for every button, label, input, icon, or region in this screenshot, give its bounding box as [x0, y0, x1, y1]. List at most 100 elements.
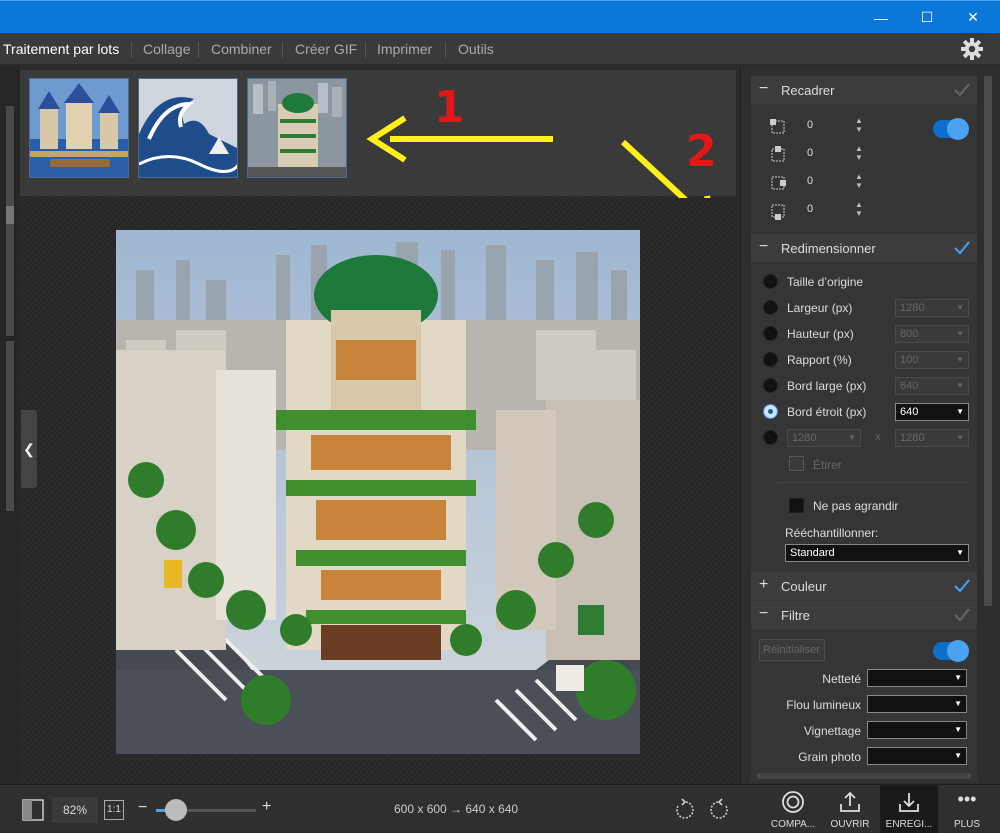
radio-label: Rapport (%) [787, 353, 852, 367]
radio-button[interactable] [763, 378, 778, 393]
zoom-in-button[interactable]: + [262, 798, 271, 816]
bottom-toolbar: 82% 1:1 − + 600 x 600 → 640 x 640 COMPA.… [0, 784, 1000, 833]
section-title: Redimensionner [781, 241, 876, 256]
section-recadrer[interactable]: − Recadrer [751, 76, 977, 104]
radio-label: Hauteur (px) [787, 327, 854, 341]
etirer-label: Étirer [813, 458, 842, 472]
compare-label: COMPA... [770, 819, 816, 830]
annotation-number-2: 2 [686, 126, 717, 177]
settings-panel: − Recadrer 0 ▲ ▼ 0 ▲ ▼ 0 ▲ ▼ 0 ▲ ▼ − Redi [740, 66, 1000, 784]
expand-sign: + [759, 576, 769, 593]
resize-option-custom[interactable]: 1280 ▼ x 1280 ▼ [763, 427, 975, 449]
flou-lumineux-select[interactable]: ▼ [867, 695, 967, 713]
compare-button[interactable]: COMPA... [764, 785, 822, 833]
resize-option-largeur[interactable]: Largeur (px) 1280 ▼ [763, 297, 975, 319]
section-redimensionner[interactable]: − Redimensionner [751, 234, 977, 262]
section-title: Filtre [781, 608, 810, 623]
check-icon[interactable] [953, 81, 971, 99]
more-button[interactable]: ••• PLUS [938, 785, 996, 833]
spinner-icon[interactable]: ▲ ▼ [855, 144, 863, 162]
collapse-sign: − [759, 80, 769, 97]
rapport-select[interactable]: 100 ▼ [895, 351, 969, 369]
grain-photo-label: Grain photo [798, 750, 861, 764]
vignettage-label: Vignettage [803, 724, 861, 738]
crop-right-value[interactable]: 0 [807, 175, 813, 187]
reset-button[interactable]: Réinitialiser [759, 639, 825, 661]
zoom-slider-track[interactable] [156, 799, 256, 821]
collapse-sign: − [759, 238, 769, 255]
resize-option-original[interactable]: Taille d’origine [763, 271, 975, 293]
chevron-left-icon: ❮ [23, 440, 35, 457]
largeur-select[interactable]: 1280 ▼ [895, 299, 969, 317]
spinner-icon[interactable]: ▲ ▼ [855, 116, 863, 134]
grain-photo-select[interactable]: ▼ [867, 747, 967, 765]
check-icon[interactable] [953, 577, 971, 595]
hauteur-select[interactable]: 800 ▼ [895, 325, 969, 343]
crop-bottom-icon [771, 204, 785, 220]
crop-top-value[interactable]: 0 [807, 119, 813, 131]
ne-pas-agrandir-checkbox[interactable] [789, 498, 804, 513]
open-button[interactable]: OUVRIR [821, 785, 879, 833]
reechantillonner-label: Rééchantillonner: [785, 526, 879, 540]
resize-option-hauteur[interactable]: Hauteur (px) 800 ▼ [763, 323, 975, 345]
crop-bottom-value[interactable]: 0 [807, 203, 813, 215]
dimensions-text: 600 x 600 → 640 x 640 [394, 802, 519, 816]
radio-label: Largeur (px) [787, 301, 853, 315]
radio-button[interactable] [763, 430, 778, 445]
resize-option-rapport[interactable]: Rapport (%) 100 ▼ [763, 349, 975, 371]
radio-label: Bord étroit (px) [787, 405, 867, 419]
actual-size-button[interactable]: 1:1 [104, 800, 124, 820]
flou-lumineux-label: Flou lumineux [786, 698, 861, 712]
spinner-icon[interactable]: ▲ ▼ [855, 172, 863, 190]
radio-button-selected[interactable] [763, 404, 778, 419]
etirer-checkbox[interactable] [789, 456, 804, 471]
reechantillonner-select[interactable]: Standard ▼ [785, 544, 969, 562]
zoom-slider-knob[interactable] [165, 799, 187, 821]
radio-label: Bord large (px) [787, 379, 867, 393]
custom-width-select[interactable]: 1280 ▼ [787, 429, 861, 447]
section-filtre[interactable]: − Filtre [751, 601, 977, 629]
crop-left-row: 0 ▲ ▼ [767, 142, 967, 166]
check-icon[interactable] [953, 606, 971, 624]
radio-button[interactable] [763, 326, 778, 341]
zoom-out-button[interactable]: − [138, 799, 147, 817]
section-title: Recadrer [781, 83, 835, 98]
rotate-right-icon[interactable] [708, 798, 732, 822]
slider-track[interactable] [757, 773, 971, 779]
collapse-left-button[interactable]: ❮ [21, 410, 37, 488]
times-sign: x [875, 431, 881, 443]
nettete-select[interactable]: ▼ [867, 669, 967, 687]
download-icon [899, 793, 919, 812]
nettete-label: Netteté [822, 672, 861, 686]
annotation-number-1: 1 [434, 82, 465, 133]
crop-left-icon [771, 146, 785, 162]
crop-left-value[interactable]: 0 [807, 147, 813, 159]
radio-button[interactable] [763, 274, 778, 289]
bord-etroit-select[interactable]: 640 ▼ [895, 403, 969, 421]
vignettage-select[interactable]: ▼ [867, 721, 967, 739]
crop-right-row: 0 ▲ ▼ [767, 170, 967, 194]
radio-button[interactable] [763, 300, 778, 315]
resize-option-bord-large[interactable]: Bord large (px) 640 ▼ [763, 375, 975, 397]
spinner-icon[interactable]: ▲ ▼ [855, 200, 863, 218]
filter-toggle[interactable] [933, 640, 969, 662]
preview-image [116, 230, 640, 754]
section-title: Couleur [781, 579, 827, 594]
save-button[interactable]: ENREGI... [880, 785, 938, 833]
crop-right-icon [771, 176, 786, 190]
save-label: ENREGI... [885, 819, 933, 830]
panel-scrollbar-thumb[interactable] [984, 76, 992, 606]
crop-top-icon [770, 119, 785, 134]
custom-height-select[interactable]: 1280 ▼ [895, 429, 969, 447]
section-couleur[interactable]: + Couleur [751, 572, 977, 600]
more-label: PLUS [953, 819, 981, 830]
panel-layout-icon[interactable] [22, 799, 44, 821]
radio-label: Taille d’origine [787, 275, 864, 289]
zoom-value[interactable]: 82% [52, 797, 98, 823]
rotate-left-icon[interactable] [672, 798, 696, 822]
bord-large-select[interactable]: 640 ▼ [895, 377, 969, 395]
check-icon[interactable] [953, 239, 971, 257]
resize-option-bord-etroit[interactable]: Bord étroit (px) 640 ▼ [763, 401, 975, 423]
radio-button[interactable] [763, 352, 778, 367]
ne-pas-agrandir-label: Ne pas agrandir [813, 499, 899, 513]
